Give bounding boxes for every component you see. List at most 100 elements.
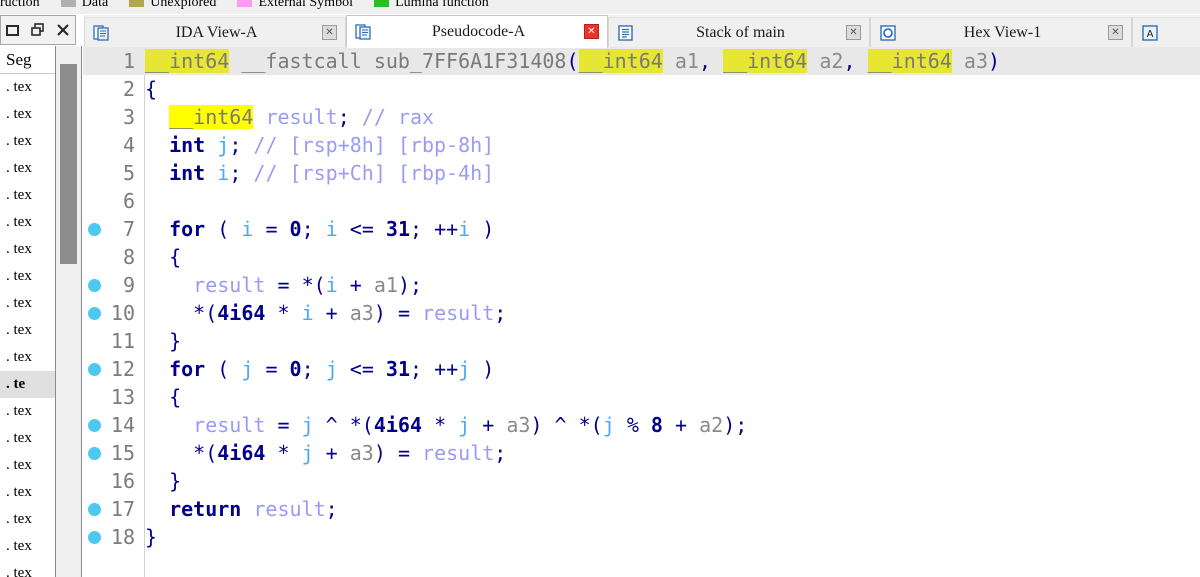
tab-label: IDA View-A <box>175 23 258 41</box>
code-text[interactable]: } <box>145 523 157 551</box>
tab-ida-view-a[interactable]: IDA View-A ✕ <box>84 17 346 47</box>
code-text[interactable]: __int64 result; // rax <box>145 103 434 131</box>
code-line[interactable]: 15 *(4i64 * j + a3) = result; <box>83 439 1200 467</box>
code-text[interactable]: return result; <box>145 495 338 523</box>
variable-token[interactable]: result <box>193 273 265 297</box>
local-var-token[interactable]: j <box>302 441 314 465</box>
segment-row[interactable]: . tex <box>0 317 55 344</box>
code-text[interactable]: result = j ^ *(4i64 * j + a3) ^ *(j % 8 … <box>145 411 747 439</box>
segment-row[interactable]: . tex <box>0 425 55 452</box>
code-text[interactable]: __int64 __fastcall sub_7FF6A1F31408(__in… <box>145 47 1000 75</box>
local-var-token[interactable]: j <box>603 413 615 437</box>
code-text[interactable]: { <box>145 243 181 271</box>
code-text[interactable]: int i; // [rsp+Ch] [rbp-4h] <box>145 159 494 187</box>
tab-structures[interactable]: A St <box>1132 17 1200 47</box>
tab-hex-view-1[interactable]: Hex View-1 ✕ <box>870 17 1132 47</box>
tab-close-button[interactable]: ✕ <box>322 25 337 40</box>
code-line[interactable]: 5 int i; // [rsp+Ch] [rbp-4h] <box>83 159 1200 187</box>
variable-token[interactable]: result <box>193 413 265 437</box>
code-text[interactable]: result = *(i + a1); <box>145 271 422 299</box>
code-line[interactable]: 4 int j; // [rsp+8h] [rbp-8h] <box>83 131 1200 159</box>
segment-row[interactable]: . tex <box>0 344 55 371</box>
code-text[interactable]: for ( i = 0; i <= 31; ++i ) <box>145 215 494 243</box>
argument-token[interactable]: a3 <box>506 413 530 437</box>
segment-row[interactable]: . tex <box>0 155 55 182</box>
local-var-token[interactable]: j <box>302 413 314 437</box>
code-line[interactable]: 10 *(4i64 * i + a3) = result; <box>83 299 1200 327</box>
segments-column-header[interactable]: Seg <box>0 46 55 74</box>
tab-close-button[interactable]: ✕ <box>846 25 861 40</box>
segment-row[interactable]: . tex <box>0 263 55 290</box>
argument-token[interactable]: a2 <box>699 413 723 437</box>
local-var-token[interactable]: i <box>326 273 338 297</box>
segment-row[interactable]: . tex <box>0 236 55 263</box>
code-text[interactable]: *(4i64 * i + a3) = result; <box>145 299 506 327</box>
local-var-token[interactable]: i <box>458 217 470 241</box>
local-var-token[interactable]: i <box>302 301 314 325</box>
local-var-token[interactable]: j <box>458 357 470 381</box>
segment-row[interactable]: . tex <box>0 506 55 533</box>
restore-window-icon[interactable] <box>29 21 47 39</box>
local-var-token[interactable]: i <box>326 217 338 241</box>
tab-stack-of-main[interactable]: Stack of main ✕ <box>608 17 870 47</box>
local-var-token[interactable]: j <box>458 413 470 437</box>
variable-token[interactable]: result <box>253 497 325 521</box>
segment-row[interactable]: . tex <box>0 182 55 209</box>
code-line[interactable]: 14 result = j ^ *(4i64 * j + a3) ^ *(j %… <box>83 411 1200 439</box>
argument-token[interactable]: a3 <box>350 441 374 465</box>
code-text[interactable]: { <box>145 383 181 411</box>
code-text[interactable]: int j; // [rsp+8h] [rbp-8h] <box>145 131 494 159</box>
code-line[interactable]: 11 } <box>83 327 1200 355</box>
segment-row[interactable]: . tex <box>0 74 55 101</box>
argument-token[interactable]: a1 <box>374 273 398 297</box>
variable-token[interactable]: result <box>422 301 494 325</box>
segments-scrollbar[interactable] <box>56 46 82 577</box>
local-var-token[interactable]: j <box>241 357 253 381</box>
code-text[interactable]: *(4i64 * j + a3) = result; <box>145 439 506 467</box>
code-text[interactable]: } <box>145 327 181 355</box>
segment-row[interactable]: . tex <box>0 452 55 479</box>
argument-token[interactable]: a3 <box>964 49 988 73</box>
segment-row[interactable]: . tex <box>0 101 55 128</box>
tab-pseudocode-a[interactable]: Pseudocode-A ✕ <box>346 15 608 48</box>
local-var-token[interactable]: j <box>326 357 338 381</box>
code-line[interactable]: 6 <box>83 187 1200 215</box>
code-line[interactable]: 3 __int64 result; // rax <box>83 103 1200 131</box>
segment-row[interactable]: . tex <box>0 290 55 317</box>
code-line[interactable]: 12 for ( j = 0; j <= 31; ++j ) <box>83 355 1200 383</box>
segment-row[interactable]: . tex <box>0 560 55 577</box>
pseudocode-editor[interactable]: 1 __int64 __fastcall sub_7FF6A1F31408(__i… <box>83 47 1200 577</box>
code-line[interactable]: 18} <box>83 523 1200 551</box>
variable-token[interactable]: result <box>265 105 337 129</box>
argument-token[interactable]: a3 <box>350 301 374 325</box>
code-text[interactable]: for ( j = 0; j <= 31; ++j ) <box>145 355 494 383</box>
code-text[interactable]: { <box>145 75 157 103</box>
code-line[interactable]: 13 { <box>83 383 1200 411</box>
segment-row[interactable]: . tex <box>0 209 55 236</box>
code-line[interactable]: 1 __int64 __fastcall sub_7FF6A1F31408(__i… <box>83 47 1200 75</box>
local-var-token[interactable]: i <box>217 161 229 185</box>
code-line[interactable]: 17 return result; <box>83 495 1200 523</box>
code-text[interactable]: } <box>145 467 181 495</box>
segment-row[interactable]: . tex <box>0 479 55 506</box>
code-line[interactable]: 2{ <box>83 75 1200 103</box>
restore-down-icon[interactable] <box>4 21 22 39</box>
code-line[interactable]: 16 } <box>83 467 1200 495</box>
local-var-token[interactable]: i <box>241 217 253 241</box>
function-name-token[interactable]: sub_7FF6A1F31408 <box>374 49 567 73</box>
segment-row[interactable]: . tex <box>0 128 55 155</box>
argument-token[interactable]: a1 <box>675 49 699 73</box>
code-line[interactable]: 9 result = *(i + a1); <box>83 271 1200 299</box>
tab-close-button[interactable]: ✕ <box>1108 25 1123 40</box>
argument-token[interactable]: a2 <box>819 49 843 73</box>
close-icon[interactable] <box>54 21 72 39</box>
variable-token[interactable]: result <box>422 441 494 465</box>
scrollbar-thumb[interactable] <box>60 64 77 264</box>
local-var-token[interactable]: j <box>217 133 229 157</box>
tab-close-button[interactable]: ✕ <box>584 24 599 39</box>
code-line[interactable]: 8 { <box>83 243 1200 271</box>
segment-row[interactable]: . tex <box>0 398 55 425</box>
segment-row[interactable]: . tex <box>0 533 55 560</box>
segment-row[interactable]: . te <box>0 371 55 398</box>
code-line[interactable]: 7 for ( i = 0; i <= 31; ++i ) <box>83 215 1200 243</box>
